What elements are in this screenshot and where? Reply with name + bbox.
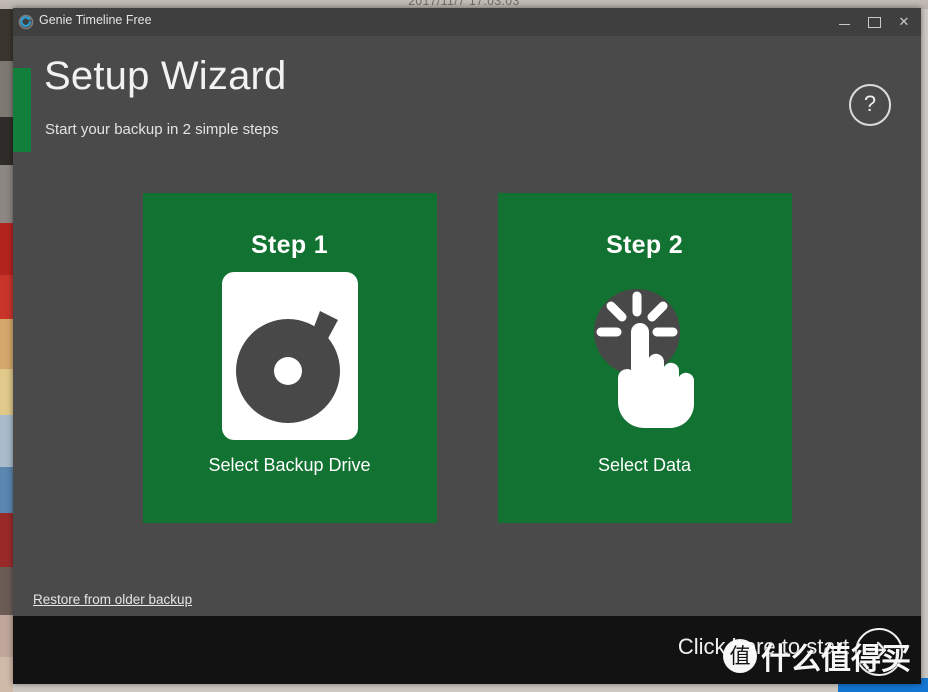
header-accent-bar — [13, 68, 31, 152]
close-button[interactable]: ✕ — [889, 8, 919, 36]
page-subtitle: Start your backup in 2 simple steps — [45, 121, 279, 138]
maximize-button[interactable] — [859, 8, 889, 36]
minimize-button[interactable] — [829, 8, 859, 36]
page-title: Setup Wizard — [44, 54, 287, 98]
arrow-right-circle-icon[interactable] — [855, 628, 903, 676]
step-1-label: Select Backup Drive — [208, 455, 371, 475]
window-titlebar[interactable]: Genie Timeline Free ✕ — [13, 8, 921, 36]
page-header: Setup Wizard Start your backup in 2 simp… — [13, 36, 921, 152]
backup-drive-disk-icon — [220, 272, 360, 440]
pointing-hand-click-icon — [575, 275, 715, 437]
step-2-label: Select Data — [597, 455, 692, 475]
restore-from-older-backup-link[interactable]: Restore from older backup — [33, 592, 192, 607]
circular-arrow-icon — [18, 14, 34, 30]
step-1-title: Step 1 — [251, 231, 328, 259]
maximize-icon — [867, 17, 881, 29]
desktop-thumbnail-strip — [0, 9, 13, 692]
genie-timeline-window: Genie Timeline Free ✕ Setup Wizard Start… — [13, 8, 921, 684]
bottom-action-bar: Click here to start — [13, 616, 921, 684]
window-title: Genie Timeline Free — [39, 13, 152, 27]
step-card-select-data[interactable]: Step 2 Select Data — [497, 193, 792, 523]
desktop-date-text: 2017/11/7 17:03:03 — [408, 0, 520, 8]
step-card-select-backup-drive[interactable]: Step 1 Select Backup Drive — [142, 193, 437, 523]
click-here-to-start-text: Click here to start — [677, 634, 849, 659]
help-button[interactable]: ? — [849, 84, 891, 126]
minimize-icon — [838, 24, 850, 26]
step-2-title: Step 2 — [606, 231, 683, 259]
step-cards-container: Step 1 Select Backup Drive Step 2 Select… — [13, 193, 921, 523]
screenshot-root: 2017/11/7 17:03:03 Genie Timeline Free ✕… — [0, 0, 928, 692]
